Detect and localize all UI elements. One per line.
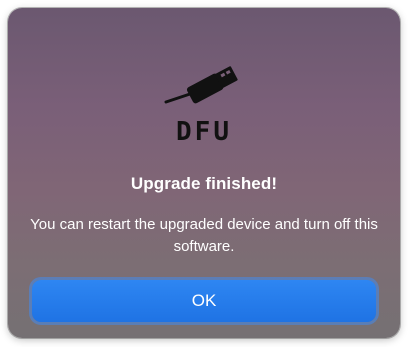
dfu-logo: DFU bbox=[8, 52, 400, 148]
dialog-title: Upgrade finished! bbox=[130, 174, 278, 193]
upgrade-dialog: DFU Upgrade finished! You can restart th… bbox=[8, 8, 400, 338]
ok-button[interactable]: OK bbox=[32, 280, 376, 322]
dialog-message: You can restart the upgraded device and … bbox=[30, 216, 378, 255]
svg-text:DFU: DFU bbox=[176, 117, 232, 147]
usb-plug-icon: DFU bbox=[164, 66, 238, 147]
